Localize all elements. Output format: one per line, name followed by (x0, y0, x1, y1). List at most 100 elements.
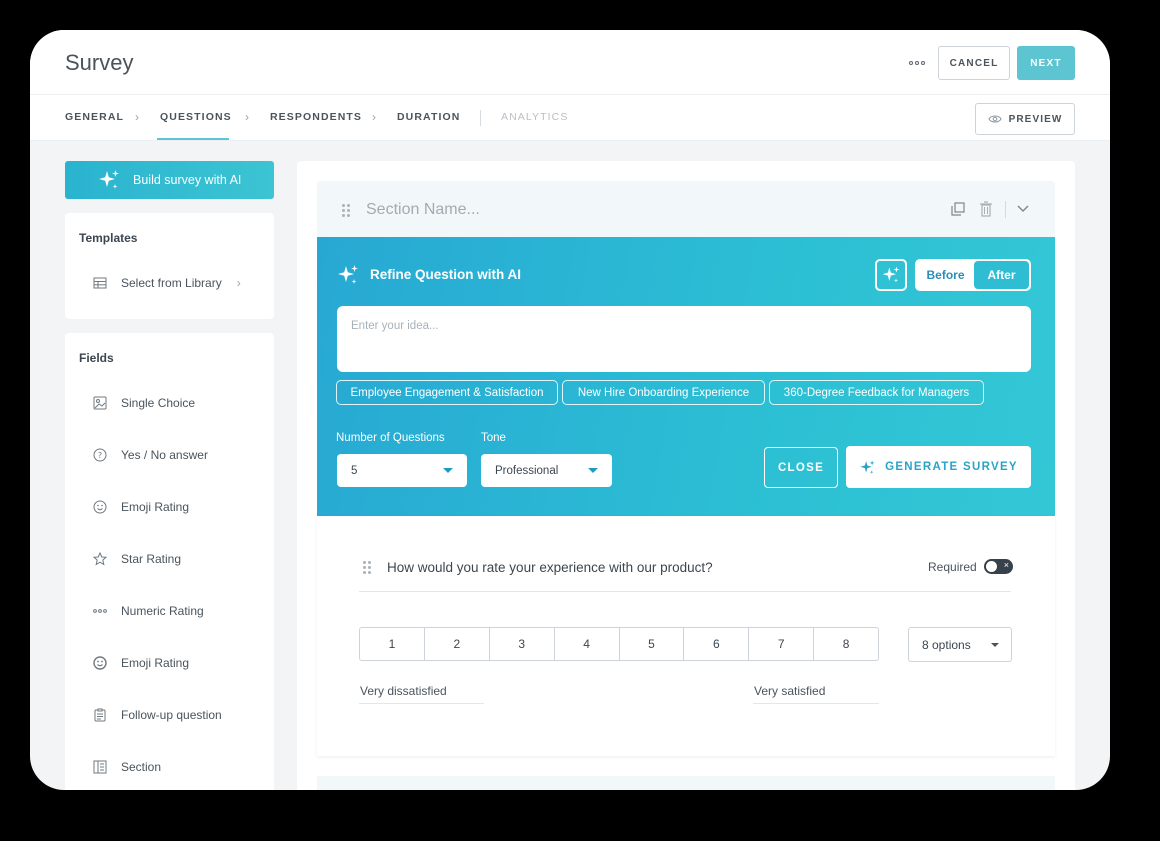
max-label[interactable]: Very satisfied (754, 684, 825, 698)
rating-scale: 1 2 3 4 5 6 7 8 (359, 627, 879, 661)
templates-heading: Templates (79, 231, 138, 245)
question-card: How would you rate your experience with … (317, 516, 1055, 756)
field-follow-up[interactable]: Follow-up question (92, 707, 222, 723)
field-numeric-rating[interactable]: Numeric Rating (92, 603, 204, 619)
preview-button[interactable]: PREVIEW (975, 103, 1075, 135)
caret-down-icon (588, 468, 598, 473)
active-tab-indicator (157, 138, 229, 140)
scale-option[interactable]: 2 (425, 628, 490, 660)
tone-label: Tone (481, 432, 506, 444)
field-yes-no[interactable]: ? Yes / No answer (92, 447, 208, 463)
ai-refine-panel: Refine Question with AI Before After Emp… (317, 237, 1055, 516)
num-questions-label: Number of Questions (336, 432, 445, 444)
required-toggle[interactable]: × (984, 559, 1013, 574)
tab-analytics[interactable]: ANALYTICS (501, 111, 568, 123)
sparkle-icon (882, 266, 900, 283)
required-label: Required (928, 560, 977, 574)
tab-questions[interactable]: QUESTIONS (160, 111, 232, 123)
section-layout-icon (93, 760, 107, 774)
field-label: Emoji Rating (121, 500, 190, 514)
preview-label: PREVIEW (1008, 113, 1063, 125)
options-count-value: 8 options (922, 637, 971, 652)
toggle-after[interactable]: After (973, 261, 1029, 289)
duplicate-icon[interactable] (950, 201, 966, 217)
smiley-icon (93, 500, 107, 514)
tab-respondents[interactable]: RESPONDENTS (270, 111, 362, 123)
build-survey-ai-button[interactable]: Build survey with AI (65, 161, 274, 199)
trash-icon[interactable] (979, 201, 993, 217)
tab-duration[interactable]: DURATION (397, 111, 460, 123)
field-label: Numeric Rating (121, 604, 204, 618)
section-header: Section Name... (317, 181, 1055, 237)
fields-heading: Fields (79, 351, 114, 365)
field-emoji-rating[interactable]: Emoji Rating (92, 499, 189, 515)
scale-option[interactable]: 3 (490, 628, 555, 660)
field-label: Emoji Rating (121, 656, 190, 670)
drag-handle-icon[interactable] (342, 204, 350, 217)
field-label: Star Rating (121, 552, 182, 566)
field-label: Follow-up question (121, 708, 222, 722)
sparkle-icon (860, 459, 875, 474)
options-count-select[interactable]: 8 options (908, 627, 1012, 662)
more-options-icon[interactable] (904, 52, 930, 74)
tone-value: Professional (495, 464, 559, 477)
close-icon: × (1003, 560, 1009, 570)
field-single-choice[interactable]: Single Choice (92, 395, 195, 411)
scale-option[interactable]: 5 (620, 628, 685, 660)
svg-text:?: ? (98, 451, 102, 460)
chevron-right-icon: › (372, 110, 376, 124)
ai-panel-title: Refine Question with AI (370, 267, 522, 282)
top-bar: Survey CANCEL NEXT (30, 30, 1110, 94)
scale-option[interactable]: 1 (360, 628, 425, 660)
field-label: Section (121, 760, 162, 774)
drag-handle-icon[interactable] (363, 561, 371, 574)
question-circle-icon: ? (93, 448, 107, 462)
scale-option[interactable]: 6 (684, 628, 750, 660)
tab-general[interactable]: GENERAL (65, 111, 124, 123)
ai-sparkle-button[interactable] (875, 259, 907, 291)
generate-survey-label: GENERATE SURVEY (885, 461, 1018, 473)
fields-panel: Fields Single Choice ? Yes / No answer E… (65, 333, 274, 790)
field-emoji-rating-2[interactable]: Emoji Rating (92, 655, 189, 671)
idea-input[interactable] (337, 306, 1031, 372)
scale-option[interactable]: 4 (555, 628, 620, 660)
scale-option[interactable]: 7 (749, 628, 815, 660)
min-label-underline (359, 703, 484, 704)
image-choice-icon (93, 396, 107, 410)
num-questions-select[interactable]: 5 (337, 454, 467, 487)
sparkle-icon (338, 265, 358, 284)
select-from-library-label: Select from Library (121, 276, 222, 290)
eye-icon (988, 115, 1002, 123)
chip-employee-engagement[interactable]: Employee Engagement & Satisfaction (336, 380, 558, 405)
chip-360-feedback[interactable]: 360-Degree Feedback for Managers (769, 380, 984, 405)
close-button[interactable]: CLOSE (764, 447, 838, 488)
generate-survey-button[interactable]: GENERATE SURVEY (846, 446, 1031, 488)
field-label: Yes / No answer (121, 448, 208, 462)
toggle-before[interactable]: Before (917, 261, 974, 289)
section-name-input[interactable]: Section Name... (366, 201, 480, 219)
before-after-toggle: Before After (915, 259, 1031, 291)
chevron-down-icon[interactable] (1016, 204, 1030, 214)
min-label[interactable]: Very dissatisfied (360, 684, 447, 698)
field-label: Single Choice (121, 396, 196, 410)
max-label-underline (753, 703, 879, 704)
select-from-library[interactable]: Select from Library › (92, 275, 241, 291)
chip-new-hire-onboarding[interactable]: New Hire Onboarding Experience (562, 380, 765, 405)
question-text[interactable]: How would you rate your experience with … (387, 560, 713, 575)
next-button[interactable]: NEXT (1017, 46, 1075, 80)
tone-select[interactable]: Professional (481, 454, 612, 487)
build-survey-ai-label: Build survey with AI (133, 173, 242, 187)
cancel-button[interactable]: CANCEL (938, 46, 1010, 80)
chevron-right-icon: › (245, 110, 249, 124)
scale-option[interactable]: 8 (814, 628, 878, 660)
caret-down-icon (443, 468, 453, 473)
app-window: Survey CANCEL NEXT GENERAL › QUESTIONS ›… (30, 30, 1110, 790)
field-star-rating[interactable]: Star Rating (92, 551, 181, 567)
sparkle-icon (99, 170, 119, 189)
chevron-right-icon: › (236, 276, 241, 290)
field-section[interactable]: Section (92, 759, 161, 775)
toggle-knob (986, 561, 997, 572)
dots-icon (93, 609, 107, 613)
templates-panel: Templates Select from Library › (65, 213, 274, 319)
page-title: Survey (65, 50, 134, 75)
